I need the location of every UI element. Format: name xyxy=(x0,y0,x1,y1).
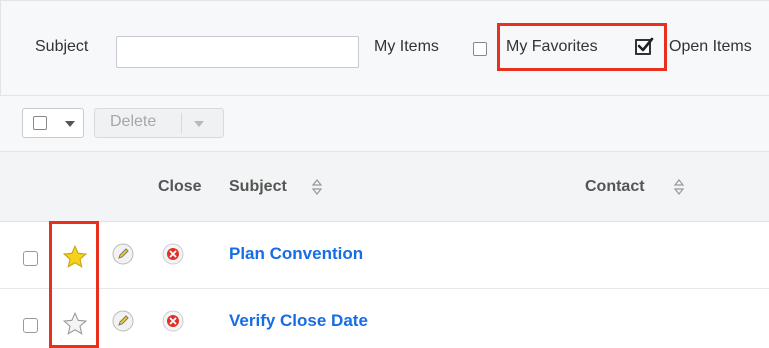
filter-bar: Subject My Items My Favorites Open Items xyxy=(0,0,769,96)
edit-icon[interactable] xyxy=(112,310,134,332)
close-icon[interactable] xyxy=(162,310,184,332)
subject-filter-label: Subject xyxy=(35,38,89,55)
table-header: Close Subject Contact xyxy=(0,152,769,222)
sort-icon[interactable] xyxy=(673,178,685,196)
table-row: Verify Close Date xyxy=(0,290,769,348)
edit-icon[interactable] xyxy=(112,243,134,265)
subject-link[interactable]: Verify Close Date xyxy=(229,311,368,331)
table-row: Plan Convention xyxy=(0,223,769,289)
subject-filter-input[interactable] xyxy=(116,36,359,68)
select-all-checkbox[interactable] xyxy=(33,116,47,130)
chevron-down-icon[interactable] xyxy=(65,121,75,127)
open-items-label: Open Items xyxy=(669,38,752,55)
column-header-contact[interactable]: Contact xyxy=(585,178,645,196)
close-icon[interactable] xyxy=(162,243,184,265)
subject-link[interactable]: Plan Convention xyxy=(229,244,363,264)
column-header-close: Close xyxy=(158,178,202,195)
row-checkbox[interactable] xyxy=(23,251,38,266)
delete-button[interactable]: Delete xyxy=(94,108,224,138)
divider xyxy=(181,113,182,133)
delete-button-label: Delete xyxy=(110,113,157,130)
list-toolbar: Delete xyxy=(0,96,769,152)
my-items-label: My Items xyxy=(374,38,439,55)
select-all-dropdown[interactable] xyxy=(22,108,84,138)
chevron-down-icon[interactable] xyxy=(194,121,204,127)
favorites-filter-highlight xyxy=(497,23,667,71)
favorite-column-highlight xyxy=(49,221,99,348)
my-items-checkbox[interactable] xyxy=(473,42,487,56)
row-checkbox[interactable] xyxy=(23,318,38,333)
column-header-subject[interactable]: Subject xyxy=(229,178,287,196)
sort-icon[interactable] xyxy=(311,178,323,196)
